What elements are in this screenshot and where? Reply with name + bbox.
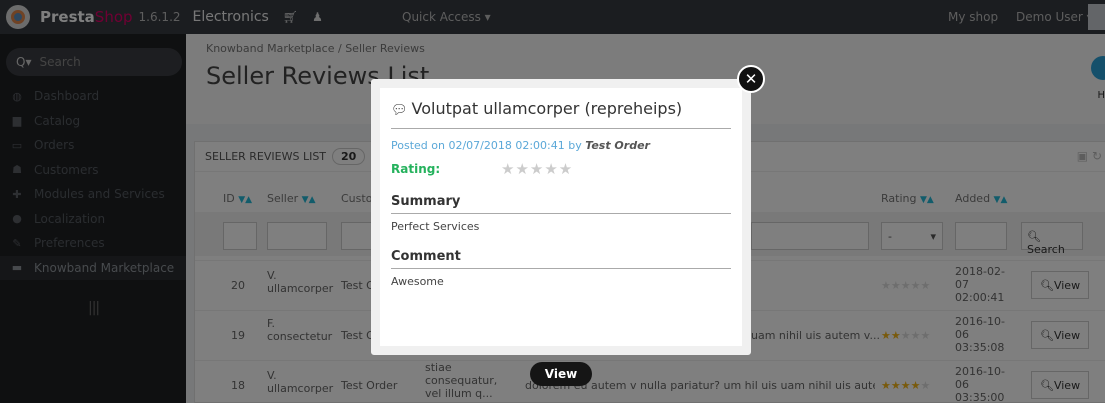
summary-text: Perfect Services bbox=[391, 220, 480, 233]
rating-stars: ★★★★★ bbox=[501, 160, 574, 178]
summary-heading: Summary bbox=[391, 194, 731, 214]
posted-info: Posted on 02/07/2018 02:00:41 by Test Or… bbox=[391, 139, 650, 152]
review-title: 💬︎ Volutpat ullamcorper (repreheips) bbox=[391, 99, 731, 129]
review-rating: Rating: ★★★★★ bbox=[391, 160, 731, 178]
close-icon[interactable]: ✕ bbox=[737, 65, 765, 93]
comment-icon: 💬︎ bbox=[391, 103, 408, 118]
comment-text: Awesome bbox=[391, 275, 444, 288]
comment-heading: Comment bbox=[391, 249, 731, 269]
review-modal: 💬︎ Volutpat ullamcorper (repreheips) Post… bbox=[371, 79, 751, 355]
review-modal-content: 💬︎ Volutpat ullamcorper (repreheips) Post… bbox=[391, 99, 731, 288]
rating-label: Rating: bbox=[391, 162, 441, 176]
view-tooltip: View bbox=[530, 362, 592, 386]
